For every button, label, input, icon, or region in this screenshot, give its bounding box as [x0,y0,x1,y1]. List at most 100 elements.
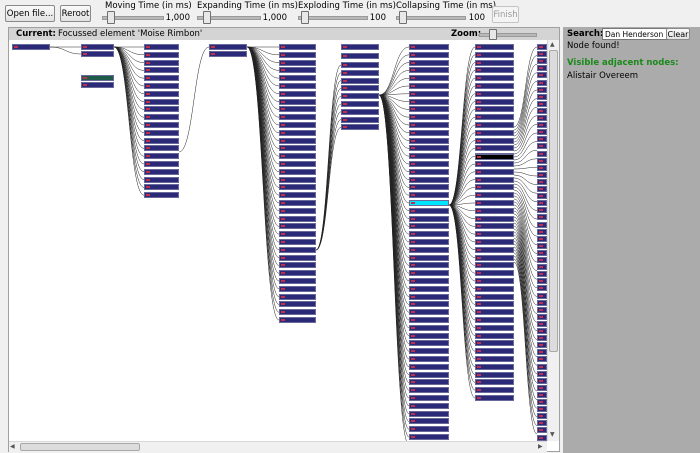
tree-node[interactable] [409,239,449,245]
tree-node[interactable] [81,75,114,81]
tree-node[interactable] [144,168,179,175]
tree-node[interactable] [475,176,514,183]
tree-node[interactable] [279,254,316,261]
tree-node[interactable] [475,129,514,136]
tree-node[interactable] [537,391,547,398]
tree-node[interactable] [341,53,379,59]
tree-node[interactable] [409,129,449,136]
tree-node[interactable] [537,214,547,221]
tree-node[interactable] [409,145,449,152]
tree-node[interactable] [537,58,547,65]
tree-node[interactable] [475,363,514,370]
tree-node[interactable] [279,309,316,316]
tree-node[interactable] [537,406,547,413]
tree-node[interactable] [475,200,514,206]
tree-node[interactable] [537,86,547,93]
tree-node[interactable] [341,93,379,100]
tree-node[interactable] [537,136,547,143]
tree-node[interactable] [409,395,449,401]
tree-node[interactable] [144,114,179,121]
tree-node[interactable] [537,100,547,107]
tree-node[interactable] [537,171,547,178]
tree-node[interactable] [279,184,316,191]
adjacent-node-item[interactable]: Alistair Overeem [567,71,638,81]
tree-node[interactable] [279,145,316,152]
tree-canvas[interactable] [9,40,547,441]
tree-node[interactable] [279,106,316,113]
tree-node[interactable] [279,200,316,206]
tree-node[interactable] [537,200,547,207]
collapsing-time-thumb[interactable] [399,11,408,24]
horizontal-scrollbar[interactable]: ◀ ▶ [9,441,547,452]
tree-node[interactable] [475,379,514,386]
tree-node[interactable] [409,223,449,230]
scroll-right-icon[interactable]: ▶ [538,443,543,451]
tree-node[interactable] [475,239,514,245]
tree-node[interactable] [409,434,449,440]
tree-node[interactable] [475,332,514,339]
tree-node[interactable] [409,44,449,50]
tree-node[interactable] [537,79,547,86]
tree-node[interactable] [144,75,179,82]
tree-node[interactable] [144,153,179,160]
zoom-slider-thumb[interactable] [489,29,497,40]
tree-node[interactable] [279,59,316,66]
tree-node[interactable] [409,418,449,425]
tree-node[interactable] [537,342,547,349]
tree-node[interactable] [475,192,514,199]
tree-node[interactable] [409,270,449,277]
tree-node[interactable] [537,51,547,58]
scroll-up-icon[interactable]: ▲ [550,41,555,49]
tree-node[interactable] [475,215,514,222]
tree-node[interactable] [475,395,514,401]
tree-node[interactable] [409,332,449,339]
tree-node[interactable] [537,292,547,299]
tree-node[interactable] [409,75,449,82]
tree-node[interactable] [279,98,316,105]
tree-node[interactable] [409,356,449,362]
tree-node[interactable] [409,114,449,121]
tree-node[interactable] [409,363,449,370]
tree-node[interactable] [409,410,449,417]
tree-node[interactable] [537,413,547,420]
tree-node[interactable] [279,293,316,300]
tree-node[interactable] [537,306,547,313]
tree-node[interactable] [341,44,379,50]
tree-node[interactable] [409,293,449,300]
tree-node[interactable] [409,51,449,58]
tree-node[interactable] [279,301,316,308]
tree-node[interactable] [537,115,547,121]
tree-node[interactable] [537,157,547,164]
tree-node[interactable] [537,129,547,136]
tree-node[interactable] [475,145,514,152]
tree-node[interactable] [341,77,379,84]
tree-node[interactable] [537,93,547,100]
tree-node[interactable] [475,44,514,50]
tree-node[interactable] [279,90,316,97]
tree-node[interactable] [537,320,547,327]
tree-node[interactable] [279,153,316,160]
tree-node[interactable] [341,69,379,76]
tree-node[interactable] [279,278,316,284]
tree-node[interactable] [475,309,514,316]
tree-node[interactable] [144,90,179,97]
open-file-button[interactable]: Open file... [5,5,55,22]
tree-node[interactable] [475,356,514,362]
tree-node[interactable] [475,301,514,308]
reroot-button[interactable]: Reroot [60,5,91,22]
tree-node[interactable] [409,317,449,323]
tree-node[interactable] [279,67,316,74]
tree-node[interactable] [144,176,179,183]
tree-node[interactable] [537,264,547,271]
scroll-left-icon[interactable]: ◀ [10,443,15,451]
tree-node[interactable] [537,164,547,171]
tree-node[interactable] [341,101,379,107]
tree-node[interactable] [279,114,316,121]
tree-node[interactable] [209,44,247,50]
tree-node[interactable] [537,370,547,377]
tree-node[interactable] [409,309,449,316]
tree-node[interactable] [279,44,316,50]
expanding-time-thumb[interactable] [202,11,211,24]
tree-node[interactable] [537,107,547,114]
tree-node[interactable] [537,299,547,306]
